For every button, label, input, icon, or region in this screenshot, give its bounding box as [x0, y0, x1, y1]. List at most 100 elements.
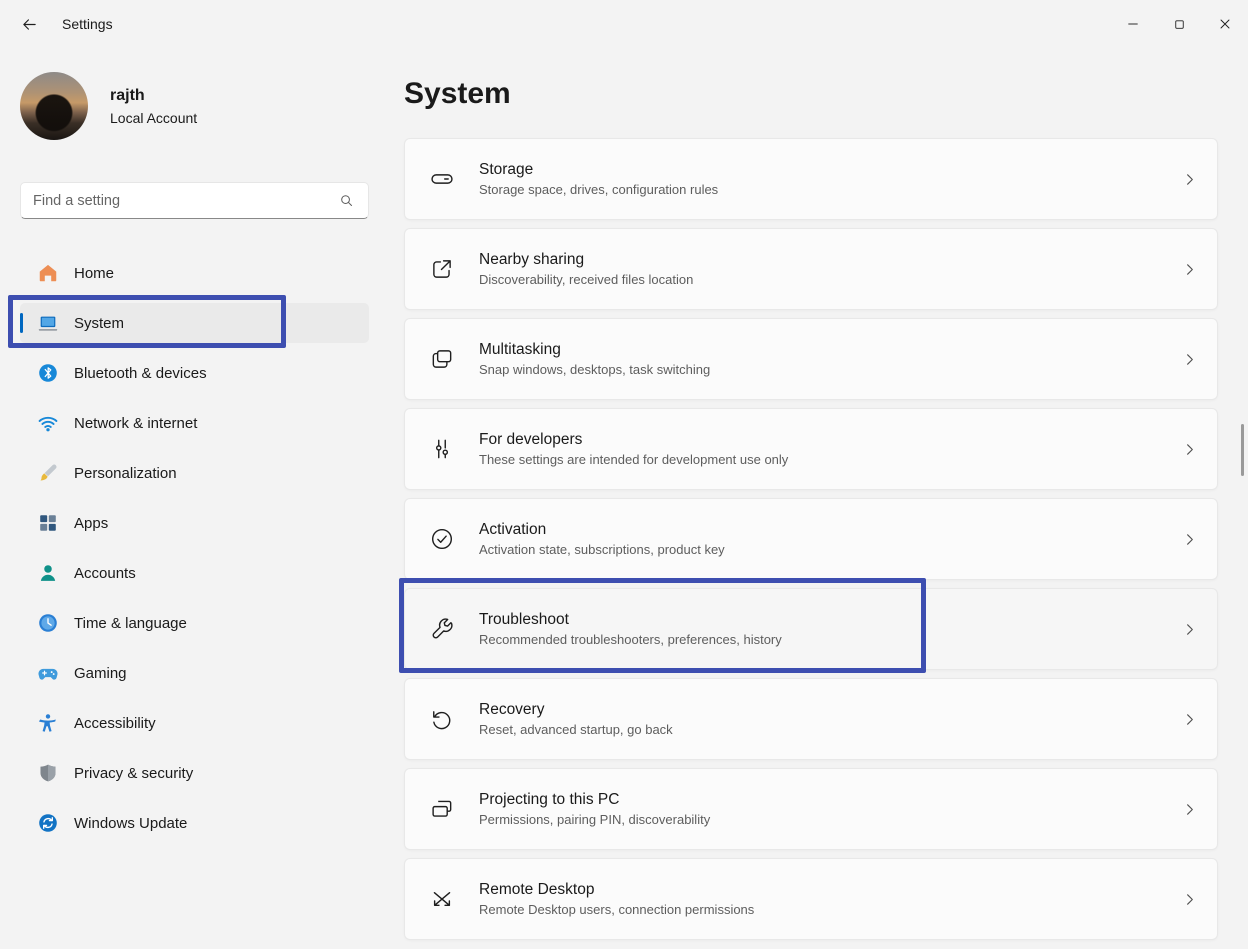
chevron-right-icon [1182, 262, 1197, 277]
remote-desktop-icon [405, 886, 479, 912]
search-icon[interactable] [339, 193, 354, 208]
minimize-icon [1125, 16, 1141, 32]
bluetooth-icon [36, 362, 60, 384]
chevron-right-icon [1182, 712, 1197, 727]
nearby-sharing-icon [405, 256, 479, 282]
activation-icon [405, 526, 479, 552]
storage-icon [405, 166, 479, 192]
chevron-right-icon [1182, 802, 1197, 817]
system-icon [36, 312, 60, 334]
chevron-right-icon [1182, 442, 1197, 457]
settings-card-multitasking[interactable]: Multitasking Snap windows, desktops, tas… [404, 318, 1218, 400]
close-icon [1217, 16, 1233, 32]
minimize-button[interactable] [1110, 0, 1156, 48]
card-subtitle: Permissions, pairing PIN, discoverabilit… [479, 812, 710, 827]
window-controls [1110, 0, 1248, 48]
recovery-icon [405, 706, 479, 732]
search-box [20, 182, 369, 219]
card-subtitle: Storage space, drives, configuration rul… [479, 182, 718, 197]
maximize-icon [1172, 17, 1187, 32]
card-title: Storage [479, 161, 718, 179]
settings-card-for-developers[interactable]: For developers These settings are intend… [404, 408, 1218, 490]
sidebar-item-time-language[interactable]: Time & language [20, 603, 369, 643]
projecting-icon [405, 796, 479, 822]
card-subtitle: Snap windows, desktops, task switching [479, 362, 710, 377]
settings-card-activation[interactable]: Activation Activation state, subscriptio… [404, 498, 1218, 580]
home-icon [36, 262, 60, 284]
card-title: Recovery [479, 701, 673, 719]
card-subtitle: Remote Desktop users, connection permiss… [479, 902, 754, 917]
chevron-right-icon [1182, 892, 1197, 907]
user-name: rajth [110, 87, 197, 105]
search-input[interactable] [21, 193, 339, 209]
personalization-icon [36, 462, 60, 484]
for-developers-icon [405, 436, 479, 462]
user-account-block[interactable]: rajth Local Account [20, 72, 390, 140]
app-title: Settings [62, 16, 113, 32]
card-title: Troubleshoot [479, 611, 782, 629]
sidebar-item-system[interactable]: System [20, 303, 369, 343]
card-title: For developers [479, 431, 788, 449]
settings-card-projecting[interactable]: Projecting to this PC Permissions, pairi… [404, 768, 1218, 850]
settings-cards: Storage Storage space, drives, configura… [404, 138, 1218, 940]
sidebar-item-apps[interactable]: Apps [20, 503, 369, 543]
card-title: Nearby sharing [479, 251, 693, 269]
settings-card-nearby-sharing[interactable]: Nearby sharing Discoverability, received… [404, 228, 1218, 310]
accounts-icon [36, 562, 60, 584]
time-language-icon [36, 612, 60, 634]
chevron-right-icon [1182, 172, 1197, 187]
card-subtitle: Recommended troubleshooters, preferences… [479, 632, 782, 647]
sidebar-item-privacy-security[interactable]: Privacy & security [20, 753, 369, 793]
sidebar-item-label: Accounts [74, 565, 136, 582]
page-title: System [404, 74, 1218, 114]
chevron-right-icon [1182, 352, 1197, 367]
settings-card-recovery[interactable]: Recovery Reset, advanced startup, go bac… [404, 678, 1218, 760]
gaming-icon [36, 662, 60, 684]
sidebar-item-label: Accessibility [74, 715, 156, 732]
titlebar: Settings [0, 0, 1248, 48]
sidebar-item-label: Gaming [74, 665, 127, 682]
scrollbar[interactable] [1241, 424, 1244, 476]
sidebar-item-label: Personalization [74, 465, 177, 482]
maximize-button[interactable] [1156, 0, 1202, 48]
sidebar-item-accessibility[interactable]: Accessibility [20, 703, 369, 743]
settings-card-troubleshoot[interactable]: Troubleshoot Recommended troubleshooters… [404, 588, 1218, 670]
settings-card-storage[interactable]: Storage Storage space, drives, configura… [404, 138, 1218, 220]
sidebar-item-personalization[interactable]: Personalization [20, 453, 369, 493]
card-subtitle: These settings are intended for developm… [479, 452, 788, 467]
chevron-right-icon [1182, 622, 1197, 637]
network-icon [36, 412, 60, 434]
multitasking-icon [405, 346, 479, 372]
privacy-security-icon [36, 762, 60, 784]
sidebar-nav: Home System Bluetooth & devices Network … [20, 253, 369, 843]
card-subtitle: Activation state, subscriptions, product… [479, 542, 725, 557]
accessibility-icon [36, 712, 60, 734]
sidebar-item-bluetooth-devices[interactable]: Bluetooth & devices [20, 353, 369, 393]
apps-icon [36, 512, 60, 534]
settings-card-remote-desktop[interactable]: Remote Desktop Remote Desktop users, con… [404, 858, 1218, 940]
chevron-right-icon [1182, 532, 1197, 547]
sidebar-item-label: Windows Update [74, 815, 187, 832]
close-button[interactable] [1202, 0, 1248, 48]
sidebar-item-label: Home [74, 265, 114, 282]
sidebar-item-label: Time & language [74, 615, 187, 632]
sidebar-item-label: Bluetooth & devices [74, 365, 207, 382]
troubleshoot-icon [405, 616, 479, 642]
sidebar-item-network-internet[interactable]: Network & internet [20, 403, 369, 443]
sidebar: rajth Local Account Home System Blueto [0, 48, 390, 949]
back-button[interactable] [12, 8, 46, 40]
windows-update-icon [36, 812, 60, 834]
main-content: System Storage Storage space, drives, co… [404, 48, 1218, 948]
sidebar-item-label: System [74, 315, 124, 332]
sidebar-item-windows-update[interactable]: Windows Update [20, 803, 369, 843]
avatar [20, 72, 88, 140]
card-title: Remote Desktop [479, 881, 754, 899]
sidebar-item-accounts[interactable]: Accounts [20, 553, 369, 593]
card-title: Multitasking [479, 341, 710, 359]
sidebar-item-label: Apps [74, 515, 108, 532]
back-arrow-icon [21, 16, 38, 33]
sidebar-item-home[interactable]: Home [20, 253, 369, 293]
sidebar-item-gaming[interactable]: Gaming [20, 653, 369, 693]
card-title: Activation [479, 521, 725, 539]
account-type-label: Local Account [110, 110, 197, 126]
